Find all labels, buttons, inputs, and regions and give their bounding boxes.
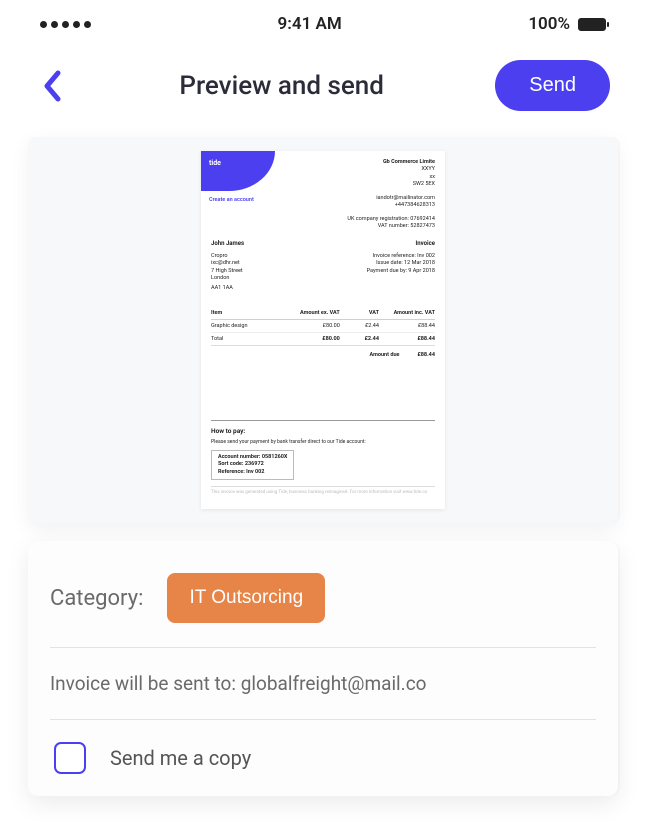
category-label: Category: [50, 586, 143, 611]
status-time: 9:41 AM [278, 14, 342, 34]
invoice-meta-block: Invoice Invoice reference: Inv 002 Issue… [367, 240, 435, 293]
status-bar: 9:41 AM 100% [0, 0, 646, 48]
battery-icon [578, 18, 606, 31]
header: Preview and send Send [0, 48, 646, 137]
form-card: Category: IT Outsorcing Invoice will be … [28, 541, 618, 796]
invoice-sheet[interactable]: tide Create an account Gb Commerce Limit… [201, 151, 445, 509]
back-button[interactable] [36, 66, 68, 106]
signal-dots [40, 21, 91, 28]
battery-percent: 100% [528, 14, 570, 34]
send-to-email: globalfreight@mail.co [241, 672, 427, 695]
invoice-preview-card: tide Create an account Gb Commerce Limit… [28, 137, 618, 523]
how-to-pay: How to pay: Please send your payment by … [211, 420, 435, 495]
company-block: Gb Commerce Limite XXYY xx SW2 5EX iando… [347, 151, 445, 230]
send-copy-label: Send me a copy [110, 746, 251, 770]
amount-due: Amount due £88.44 [201, 346, 445, 358]
invoice-table: Item Amount ex. VAT VAT Amount inc. VAT … [211, 307, 435, 346]
bill-to-block: John James Cropro ixc@dhr.net 7 High Str… [211, 240, 244, 293]
send-to-row: Invoice will be sent to: globalfreight@m… [50, 648, 596, 720]
page-title: Preview and send [179, 71, 384, 101]
chevron-left-icon [42, 69, 62, 103]
send-to-label: Invoice will be sent to: [50, 672, 241, 695]
send-button[interactable]: Send [495, 60, 610, 111]
create-account-link: Create an account [209, 197, 275, 203]
category-chip[interactable]: IT Outsorcing [167, 573, 325, 623]
brand-logo: tide [201, 151, 275, 191]
category-row: Category: IT Outsorcing [50, 565, 596, 648]
send-copy-checkbox[interactable] [54, 742, 86, 774]
